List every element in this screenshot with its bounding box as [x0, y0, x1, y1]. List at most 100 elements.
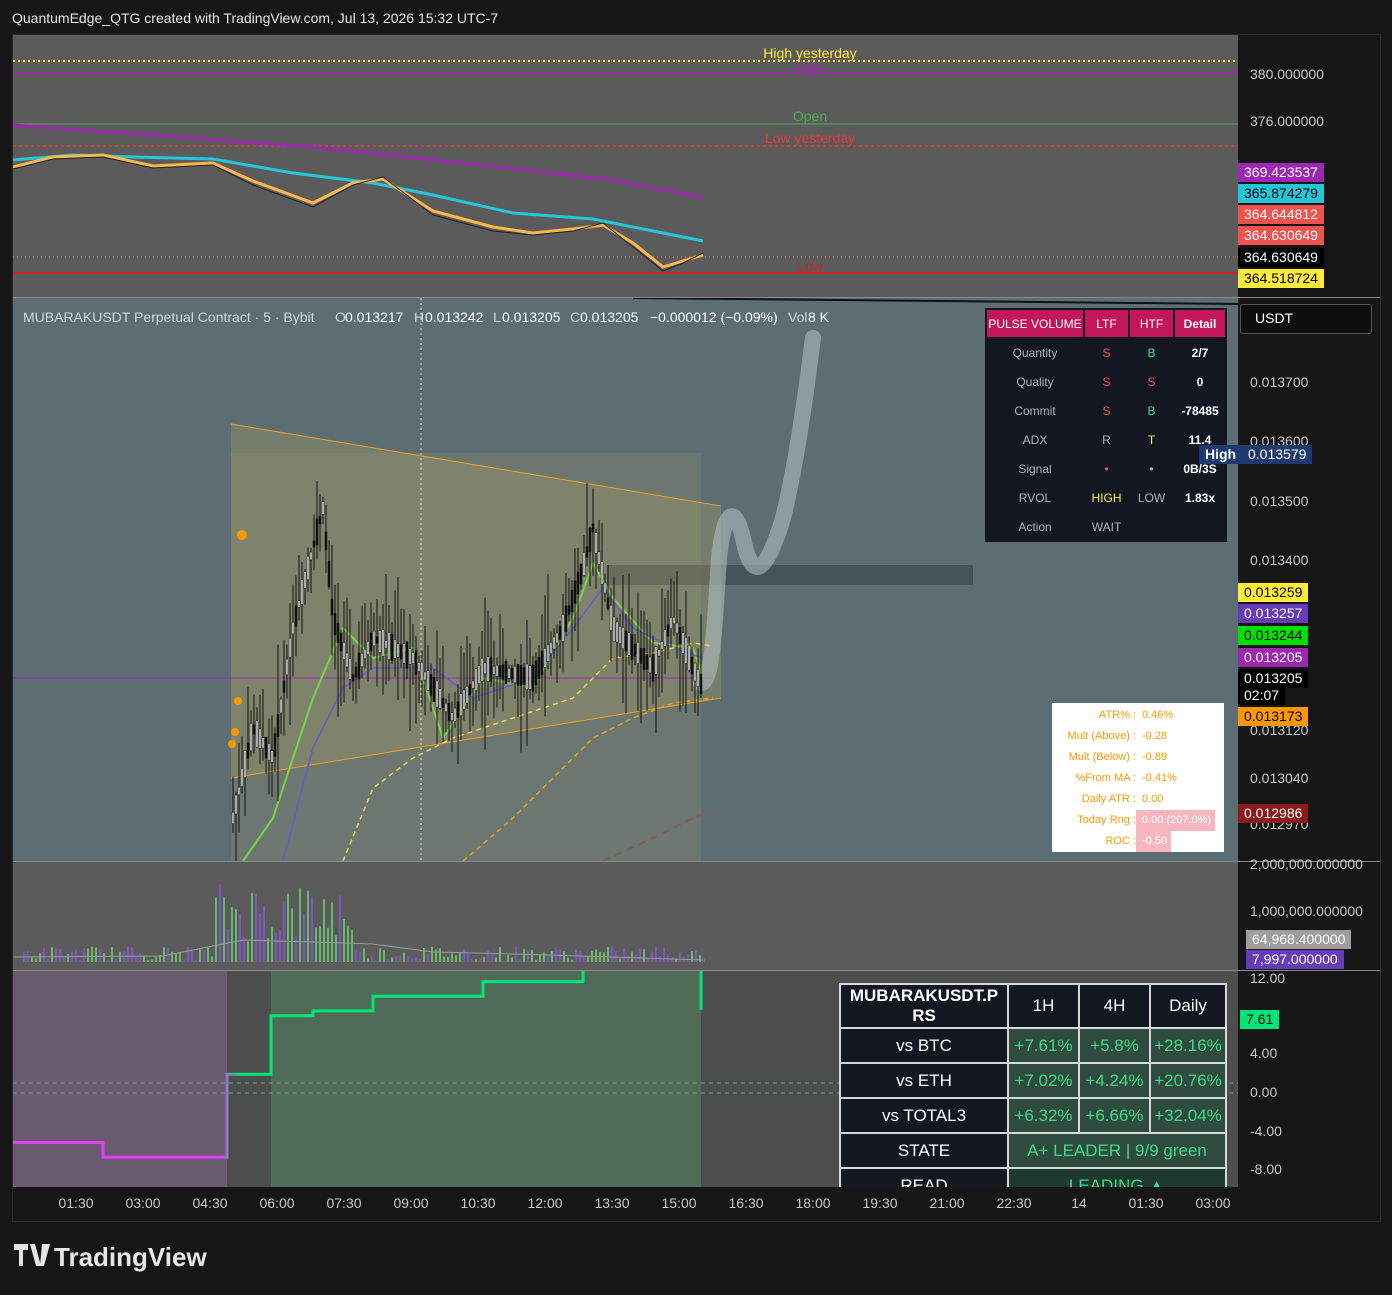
rs-value: +5.8% [1080, 1029, 1149, 1062]
volume-bar [455, 955, 457, 962]
candle-body [312, 540, 316, 548]
rs-axis[interactable]: 12.00 4.00 0.00 -4.00 -8.00 7.61 [1238, 970, 1380, 1187]
pv-key: ADX [987, 426, 1083, 453]
candle-body [633, 643, 637, 657]
signal-dot [228, 740, 236, 748]
candle-body [438, 688, 442, 709]
volume-bar [119, 951, 121, 962]
volume-bar [415, 957, 417, 962]
rs-value: +6.66% [1080, 1099, 1149, 1132]
volume-bar [331, 902, 333, 962]
candle-body [453, 707, 457, 722]
candle-body [246, 742, 250, 759]
candle-body [447, 702, 451, 722]
axis-tick: 0.013040 [1250, 770, 1309, 786]
candle-body [360, 652, 364, 668]
volume-bar [67, 954, 69, 962]
atr-key: ROC : [1105, 835, 1136, 847]
candle-body [309, 551, 313, 561]
candle-body [582, 552, 586, 576]
level-low-yesterday-label: Low yesterday [765, 130, 855, 146]
atr-key: Mult (Above) : [1067, 730, 1136, 742]
volume-bar [647, 958, 649, 962]
price-tag: 0.013173 [1238, 707, 1309, 726]
main-pane[interactable]: MUBARAKUSDT Perpetual Contract · 5 · Byb… [13, 298, 1238, 861]
legend-low-label: L [493, 309, 501, 325]
atr-key: Today Rng : [1077, 814, 1136, 826]
candle-body [627, 632, 631, 656]
currency-selector[interactable]: USDT [1240, 304, 1372, 334]
atr-value: 0.00 (207.0%) [1136, 810, 1216, 831]
volume-bar [439, 948, 441, 962]
candle-body [327, 560, 331, 588]
volume-bar [311, 896, 313, 962]
candle-body [681, 632, 685, 654]
atr-row: ATR% : 0.46% [1052, 705, 1224, 726]
tradingview-logo[interactable]: TradingView [14, 1242, 207, 1273]
rs-row-label: vs BTC [841, 1029, 1007, 1062]
volume-bar [291, 908, 293, 962]
time-tick: 10:30 [460, 1195, 496, 1211]
volume-bar [175, 954, 177, 962]
volume-bar [523, 949, 525, 962]
volume-bar [555, 947, 557, 962]
candle-body [672, 616, 676, 625]
rs-pane[interactable]: MUBARAKUSDT.P RS 1H 4H Daily vs BTC +7.61… [13, 971, 1238, 1187]
time-tick: 19:30 [862, 1195, 898, 1211]
volume-bar [79, 959, 81, 962]
pv-row: Action WAIT [987, 513, 1225, 540]
volume-bar [619, 958, 621, 962]
volume-bar [215, 897, 217, 962]
top-price-axis[interactable]: 380.000000 376.000000 369.423537 365.8742… [1238, 35, 1380, 297]
time-tick: 22:30 [996, 1195, 1032, 1211]
candle-body [405, 641, 409, 669]
candle-body [624, 630, 628, 652]
atr-value: -0.41% [1142, 772, 1177, 784]
volume-bar [399, 955, 401, 962]
volume-bar [479, 958, 481, 962]
pv-ltf: R [1085, 426, 1128, 453]
candle-body [684, 637, 688, 664]
candle-body [534, 660, 538, 686]
volume-bar [539, 954, 541, 962]
chart-frame[interactable]: High yesterday High Open Low yesterday L… [12, 34, 1381, 1222]
candle-body [375, 636, 379, 644]
rs-row-label: vs ETH [841, 1064, 1007, 1097]
volume-bar [691, 951, 693, 962]
volume-bar [239, 914, 241, 962]
candle-body [234, 794, 238, 815]
candle-body [378, 630, 382, 653]
volume-bar [483, 957, 485, 962]
volume-bar [55, 948, 57, 962]
candle-body [690, 656, 694, 675]
candle-body [252, 724, 256, 735]
volume-bar [419, 959, 421, 962]
candle-body [522, 667, 526, 686]
volume-bar [191, 949, 193, 962]
volume-bar [39, 953, 41, 962]
atr-box: ATR% : 0.46% Mult (Above) : -0.28 Mult (Belo… [1052, 703, 1224, 852]
pv-detail: 2/7 [1175, 339, 1225, 366]
atr-row: %From MA : -0.41% [1052, 768, 1224, 789]
candle-body [477, 665, 481, 684]
volume-bar [531, 949, 533, 962]
time-axis[interactable]: 01:30 03:00 04:30 06:00 07:30 09:00 10:30 12:00… [13, 1187, 1238, 1221]
candle-body [597, 551, 601, 565]
volume-axis[interactable]: 2,000,000.000000 1,000,000.000000 64,968… [1238, 856, 1380, 970]
candle-body [261, 737, 265, 749]
legend-volume: 8 K [808, 309, 830, 325]
pv-detail: 0 [1175, 368, 1225, 395]
main-price-axis[interactable]: USDT 0.013700 0.013600 0.013500 0.013400… [1238, 298, 1380, 861]
level-open-label: Open [793, 108, 827, 124]
volume-ma [13, 939, 704, 961]
top-pane[interactable]: High yesterday High Open Low yesterday L… [13, 35, 1238, 297]
candle-body [510, 668, 514, 680]
candle-body [474, 668, 478, 691]
rs-value: +7.02% [1009, 1064, 1078, 1097]
volume-bar [195, 959, 197, 962]
volume-bar [443, 956, 445, 962]
volume-bar [147, 959, 149, 962]
volume-bar [271, 927, 273, 962]
volume-bar [463, 949, 465, 962]
volume-pane[interactable] [13, 862, 1238, 970]
